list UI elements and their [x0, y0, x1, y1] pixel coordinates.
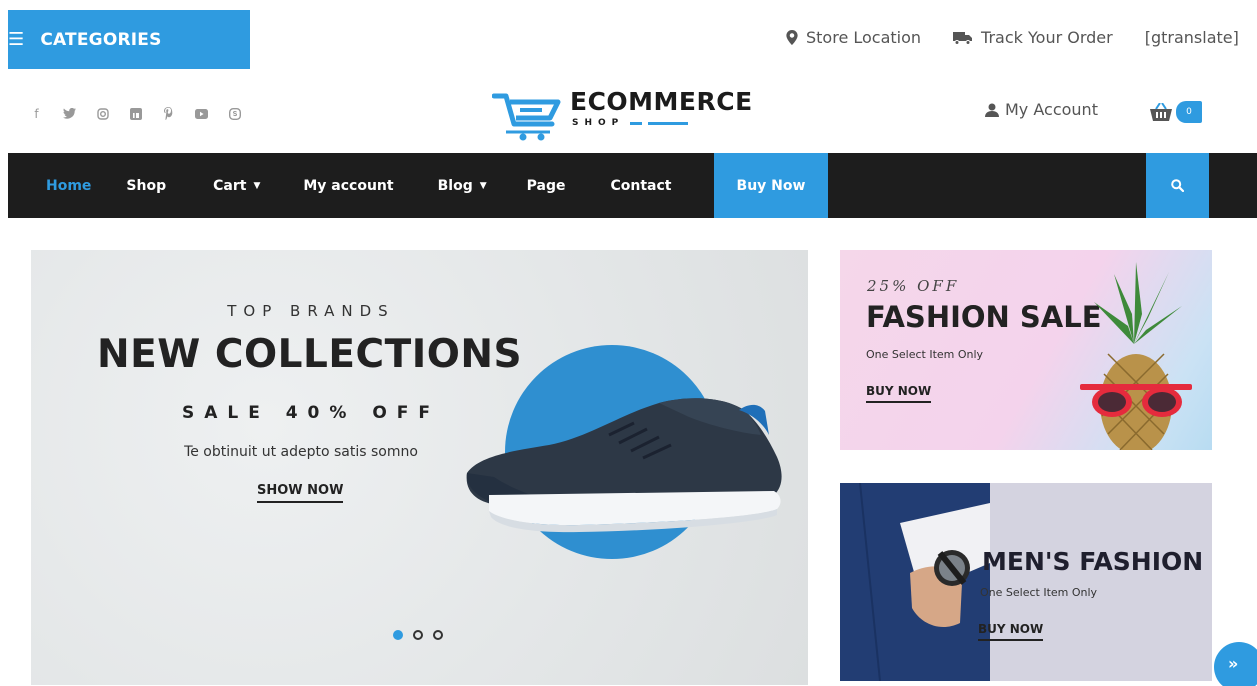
truck-icon: [953, 31, 973, 45]
social-links: f: [30, 107, 241, 121]
hero-slider: TOP BRANDS NEW COLLECTIONS SALE 40% OFF …: [31, 250, 808, 685]
logo-dash-long: [648, 121, 689, 125]
nav-item-contact[interactable]: Contact: [611, 153, 672, 218]
cart-count-badge: 0: [1176, 101, 1202, 123]
top-links: Store Location Track Your Order [gtransl…: [786, 28, 1257, 47]
search-button[interactable]: [1146, 153, 1209, 218]
sneaker-image: [466, 398, 782, 533]
banner-title: MEN'S FASHION: [982, 547, 1204, 576]
show-now-link[interactable]: SHOW NOW: [257, 483, 344, 503]
pineapple-image: [1080, 262, 1192, 450]
my-account-link[interactable]: My Account: [985, 100, 1098, 119]
user-icon: [985, 103, 999, 117]
basket-icon: [1150, 103, 1172, 121]
facebook-icon[interactable]: f: [30, 107, 43, 121]
nav-item-home[interactable]: Home: [46, 153, 91, 218]
man-with-watch-image: [840, 483, 990, 681]
nav-item-shop[interactable]: Shop: [126, 153, 166, 218]
mens-fashion-banner[interactable]: MEN'S FASHION One Select Item Only BUY N…: [840, 483, 1212, 681]
banner-title: FASHION SALE: [866, 300, 1102, 334]
categories-label: CATEGORIES: [40, 29, 162, 50]
track-order-link[interactable]: Track Your Order: [953, 28, 1113, 47]
site-logo[interactable]: ECOMMERCE SHOP: [492, 84, 753, 142]
slider-dot[interactable]: [433, 630, 443, 640]
nav-item-cart[interactable]: Cart ▼: [213, 153, 260, 218]
categories-button[interactable]: ☰ CATEGORIES: [8, 10, 250, 69]
nav-menu: Home Shop Cart ▼ My account Blog ▼ Page Contact: [8, 153, 672, 218]
double-chevron-up-icon: »: [1228, 654, 1239, 673]
menu-icon: ☰: [8, 29, 25, 50]
banner-offer: 25% OFF: [867, 277, 960, 295]
map-pin-icon: [786, 30, 798, 45]
buy-now-link[interactable]: BUY NOW: [866, 384, 932, 403]
nav-item-label: Page: [526, 177, 566, 194]
slider-dot[interactable]: [413, 630, 423, 640]
cart-button[interactable]: 0: [1150, 101, 1202, 123]
linkedin-icon[interactable]: [129, 107, 142, 120]
store-location-label: Store Location: [806, 28, 922, 47]
logo-title: ECOMMERCE: [570, 87, 753, 116]
search-icon: [1171, 179, 1184, 192]
store-location-link[interactable]: Store Location: [786, 28, 921, 47]
nav-item-label: Home: [46, 177, 92, 194]
nav-item-label: Shop: [126, 177, 167, 194]
buy-now-link[interactable]: BUY NOW: [978, 622, 1044, 641]
logo-dash: [630, 121, 643, 125]
scroll-to-top-button[interactable]: »: [1214, 642, 1257, 686]
pinterest-icon[interactable]: [162, 107, 175, 120]
nav-item-label: My account: [303, 177, 394, 194]
twitter-icon[interactable]: [63, 107, 76, 120]
nav-item-label: Contact: [610, 177, 672, 194]
banner-subtitle: One Select Item Only: [866, 348, 984, 361]
buy-now-nav-button[interactable]: Buy Now: [714, 153, 828, 218]
banner-subtitle: One Select Item Only: [980, 586, 1098, 599]
skype-icon[interactable]: [228, 107, 241, 120]
youtube-icon[interactable]: [195, 107, 208, 120]
instagram-icon[interactable]: [96, 107, 109, 120]
nav-item-blog[interactable]: Blog ▼: [438, 153, 487, 218]
nav-item-label: Blog: [437, 177, 473, 194]
track-order-label: Track Your Order: [981, 28, 1113, 47]
hero-kicker: TOP BRANDS: [227, 302, 395, 320]
nav-item-label: Cart: [213, 177, 247, 194]
nav-item-page[interactable]: Page: [527, 153, 566, 218]
slider-dot[interactable]: [393, 630, 403, 640]
fashion-sale-banner[interactable]: 25% OFF FASHION SALE One Select Item Onl…: [840, 250, 1212, 450]
translate-label: [gtranslate]: [1144, 28, 1239, 47]
my-account-label: My Account: [1005, 100, 1098, 119]
chevron-down-icon: ▼: [253, 180, 261, 191]
slider-dots: [393, 630, 443, 640]
main-nav: Home Shop Cart ▼ My account Blog ▼ Page Contact …: [8, 153, 1257, 218]
logo-subtitle: SHOP: [572, 118, 625, 128]
nav-item-my-account[interactable]: My account: [303, 153, 393, 218]
hero-title: NEW COLLECTIONS: [97, 332, 523, 377]
translate-widget[interactable]: [gtranslate]: [1145, 28, 1239, 47]
cart-logo-icon: [492, 93, 561, 141]
chevron-down-icon: ▼: [479, 180, 487, 191]
